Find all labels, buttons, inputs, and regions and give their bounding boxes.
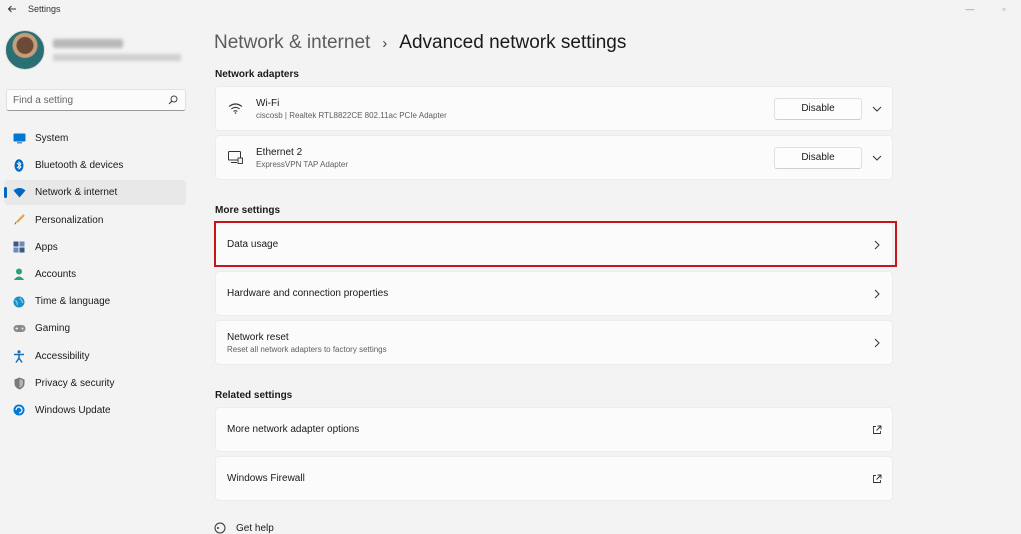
setting-title: Windows Firewall [227,473,305,484]
disable-ethernet-button[interactable]: Disable [774,146,862,169]
sidebar-item-label: Network & internet [35,187,118,199]
sidebar-item-label: Gaming [35,323,71,335]
search-box [6,89,186,111]
sidebar-item-label: Accessibility [35,350,90,362]
adapter-name: Ethernet 2 [256,146,303,158]
system-icon [12,132,26,146]
get-help-label: Get help [236,522,274,534]
search-icon[interactable] [167,94,179,106]
setting-hardware-connection-properties[interactable]: Hardware and connection properties [215,271,893,316]
apps-icon [12,240,26,254]
sidebar-item-label: Time & language [35,296,111,308]
sidebar-item-accounts[interactable]: Accounts [4,262,186,287]
sidebar-item-gaming[interactable]: Gaming [4,316,186,341]
brush-icon [12,213,26,227]
setting-title: Network reset [227,331,289,343]
sidebar-item-label: Apps [35,241,58,253]
section-more-settings: More settings [215,205,281,216]
sidebar-item-label: Accounts [35,268,77,280]
back-arrow-icon [7,5,16,13]
adapter-description: ExpressVPN TAP Adapter [256,159,349,169]
sidebar-item-bluetooth[interactable]: Bluetooth & devices [4,153,186,178]
sidebar-item-label: System [35,133,69,144]
shield-icon [12,376,26,390]
maximize-button[interactable]: ▫ [987,0,1021,18]
setting-title: More network adapter options [227,424,360,435]
accessibility-icon [12,349,26,363]
sidebar-item-label: Windows Update [35,404,111,416]
chevron-right-icon [862,338,892,348]
page-title: Advanced network settings [399,32,627,53]
gamepad-icon [12,322,26,336]
setting-title: Data usage [227,239,279,250]
open-external-icon [862,425,892,435]
chevron-right-icon [862,240,892,250]
open-external-icon [862,474,892,484]
avatar [5,30,45,70]
chevron-down-icon[interactable] [862,155,892,161]
chevron-right-icon [862,289,892,299]
adapter-card-wifi[interactable]: Wi-Fi ciscosb | Realtek RTL8822CE 802.11… [215,86,893,131]
sidebar-item-label: Privacy & security [35,377,115,389]
chevron-down-icon[interactable] [862,106,892,112]
minimize-button[interactable]: — [953,0,987,18]
user-email-redacted [53,54,181,61]
adapter-name: Wi-Fi [256,97,280,109]
help-icon [214,522,226,534]
get-help-link[interactable]: Get help [214,522,274,534]
sidebar-item-network[interactable]: Network & internet [4,180,186,206]
sidebar-item-windows-update[interactable]: Windows Update [4,398,186,423]
setting-subtitle: Reset all network adapters to factory se… [227,344,387,354]
globe-icon [12,295,26,309]
window-controls: — ▫ [953,0,1021,18]
setting-data-usage[interactable]: Data usage [215,222,893,267]
setting-title: Hardware and connection properties [227,288,389,299]
adapter-card-ethernet[interactable]: Ethernet 2 ExpressVPN TAP Adapter Disabl… [215,135,893,180]
setting-network-reset[interactable]: Network reset Reset all network adapters… [215,320,893,365]
sidebar-item-label: Bluetooth & devices [35,160,124,172]
sidebar-item-time-language[interactable]: Time & language [4,289,186,314]
sidebar: System Bluetooth & devices Network & int… [0,18,196,534]
disable-wifi-button[interactable]: Disable [774,97,862,120]
section-related-settings: Related settings [215,390,293,401]
app-title: Settings [28,4,61,14]
wifi-icon [12,186,26,200]
back-button[interactable] [2,0,22,18]
user-profile[interactable] [5,30,181,70]
user-name-redacted [53,39,123,48]
setting-more-network-adapter-options[interactable]: More network adapter options [215,407,893,452]
ethernet-icon [227,150,243,166]
breadcrumb: Network & internet › Advanced network se… [214,30,626,56]
setting-windows-firewall[interactable]: Windows Firewall [215,456,893,501]
sidebar-nav: System Bluetooth & devices Network & int… [4,126,186,425]
adapter-description: ciscosb | Realtek RTL8822CE 802.11ac PCI… [256,110,447,120]
sidebar-item-personalization[interactable]: Personalization [4,208,186,233]
sidebar-item-apps[interactable]: Apps [4,235,186,260]
breadcrumb-separator: › [382,34,388,52]
sidebar-item-accessibility[interactable]: Accessibility [4,344,186,369]
sidebar-item-privacy-security[interactable]: Privacy & security [4,371,186,396]
breadcrumb-parent[interactable]: Network & internet [214,32,370,54]
sidebar-item-system[interactable]: System [4,126,186,151]
bluetooth-icon [12,159,26,173]
accounts-icon [12,267,26,281]
section-network-adapters: Network adapters [215,69,299,80]
wifi-icon [227,101,243,117]
sidebar-item-label: Personalization [35,214,104,226]
title-bar: Settings — ▫ [0,0,1021,18]
update-icon [12,403,26,417]
search-input[interactable] [13,94,167,106]
